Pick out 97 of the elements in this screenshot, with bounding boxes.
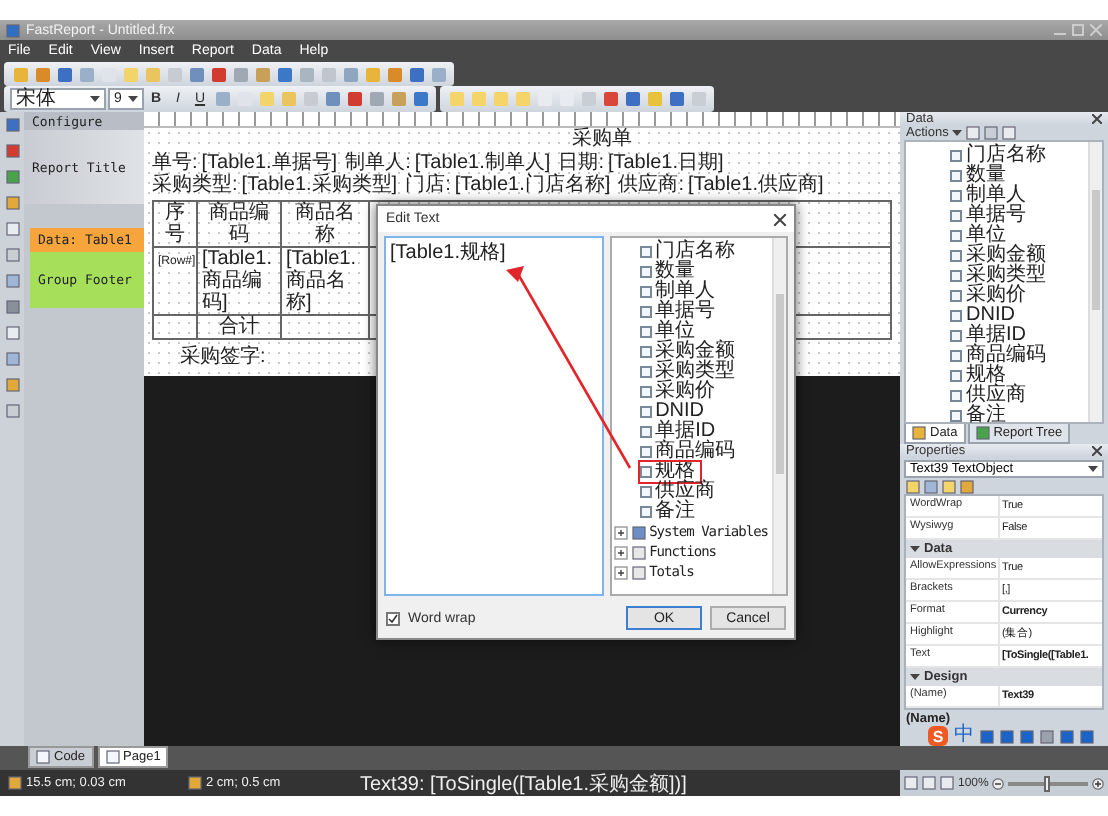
column-header: 序号 — [154, 202, 198, 246]
sort-icon — [924, 480, 938, 495]
caret-icon — [90, 96, 100, 102]
tree-item[interactable]: 采购类型 — [639, 362, 740, 382]
toolbar-button[interactable] — [230, 64, 250, 84]
function-icon — [631, 545, 646, 559]
database-icon — [912, 426, 926, 441]
app-icon — [6, 23, 20, 37]
caret-icon — [128, 96, 138, 102]
caret-icon — [910, 674, 920, 681]
toolbar-button[interactable] — [212, 89, 232, 109]
scrollbar[interactable] — [1088, 142, 1102, 423]
zoom-in-icon[interactable] — [1092, 777, 1104, 789]
tree-item[interactable]: DNID — [950, 306, 1019, 327]
toolbar-button[interactable] — [76, 64, 96, 84]
tree-item[interactable]: 供应商 — [639, 482, 720, 502]
folder-icon — [631, 525, 646, 539]
field-value: [Table1.采购类型] — [241, 174, 398, 196]
tree-item[interactable]: 单据号 — [950, 206, 1030, 227]
text-editor[interactable]: [Table1.规格] — [384, 236, 604, 596]
lock-icon — [188, 776, 202, 790]
tree-item[interactable]: 门店名称 — [639, 242, 740, 262]
toolbar-button[interactable] — [410, 89, 430, 109]
field-value: [Table1.日期] — [607, 152, 724, 174]
caret-icon — [910, 546, 920, 553]
properties-icon — [942, 480, 956, 495]
tree-item[interactable]: 备注 — [639, 502, 700, 522]
slider-thumb[interactable] — [1044, 775, 1051, 791]
table-cell: [Table1.商品名称] — [282, 248, 370, 314]
tree-item[interactable]: 制单人 — [639, 282, 720, 302]
signature-label: 采购签字: — [180, 346, 266, 368]
toolbar-button[interactable] — [54, 64, 74, 84]
column-header: 商品编码 — [198, 202, 282, 246]
font-select[interactable]: 宋体 — [10, 88, 106, 110]
lock-icon — [8, 776, 22, 790]
page-icon — [105, 750, 120, 764]
tree-item[interactable]: 采购价 — [639, 382, 720, 402]
page-icon — [36, 750, 50, 764]
toolbar-button[interactable] — [344, 89, 364, 109]
field-value: [Table1.供应商] — [687, 174, 824, 196]
tree-item[interactable]: 制单人 — [950, 186, 1030, 207]
close-icon[interactable] — [774, 213, 786, 225]
toolbar-button[interactable] — [622, 89, 642, 109]
toolbar-button[interactable] — [252, 64, 272, 84]
toolbar-button[interactable] — [32, 64, 52, 84]
toolbar-button[interactable] — [666, 89, 686, 109]
field-label: 门店: — [405, 174, 451, 196]
toolbar-button[interactable] — [388, 89, 408, 109]
toolbar-button[interactable] — [274, 64, 294, 84]
toolbar-button[interactable] — [366, 89, 386, 109]
expand-icon[interactable] — [613, 525, 628, 539]
toolbar-button[interactable] — [186, 64, 206, 84]
field-label: 日期: — [558, 152, 604, 174]
tree-item[interactable]: 单据ID — [639, 422, 720, 442]
field-label: 采购类型: — [152, 174, 238, 196]
close-icon[interactable] — [1092, 114, 1102, 124]
toolbar-button[interactable] — [296, 64, 316, 84]
tree-item[interactable]: DNID — [639, 402, 709, 422]
tree-item[interactable]: 采购价 — [950, 286, 1030, 307]
events-icon — [960, 480, 974, 495]
tree-icon — [975, 426, 990, 441]
ime-mode[interactable]: 中 — [954, 726, 974, 746]
table-cell: [Table1.商品编码] — [198, 248, 282, 314]
total-label: 合计 — [198, 316, 282, 338]
toolbar-button[interactable] — [384, 64, 404, 84]
toolbar-button[interactable] — [322, 89, 342, 109]
status-message: Text39: [ToSingle([Table1.采购金额])] — [360, 771, 689, 796]
caret-icon — [1088, 466, 1098, 473]
tree-item[interactable]: 单据号 — [639, 302, 720, 322]
toolbar-button[interactable] — [208, 64, 228, 84]
expand-icon[interactable] — [613, 545, 628, 559]
field-value: [Table1.单据号] — [201, 152, 338, 174]
tree-item[interactable]: 单位 — [639, 322, 700, 342]
toolbar-button[interactable] — [340, 64, 360, 84]
maximize-icon[interactable] — [1072, 24, 1084, 36]
tree-item[interactable]: 采购金额 — [639, 342, 740, 362]
toolbar-button[interactable] — [600, 89, 620, 109]
tree-item[interactable]: 商品编码 — [639, 442, 740, 462]
scrollbar[interactable] — [772, 238, 786, 594]
expand-icon[interactable] — [613, 565, 628, 579]
zoom-out-icon[interactable] — [992, 777, 1005, 789]
field-label: 制单人: — [345, 152, 411, 174]
word-wrap-checkbox[interactable] — [386, 611, 400, 625]
toolbar-button[interactable] — [406, 64, 426, 84]
toolbar-button[interactable] — [428, 64, 448, 84]
tree-item[interactable]: 备注 — [950, 406, 1010, 427]
column-header: 商品名称 — [282, 202, 370, 246]
field-label: 供应商: — [618, 174, 684, 196]
close-icon[interactable] — [1092, 446, 1102, 457]
tree-item[interactable]: 数量 — [639, 262, 700, 282]
category-icon — [906, 480, 920, 495]
tree-item[interactable]: 门店名称 — [950, 146, 1050, 167]
field-value: [Table1.门店名称] — [454, 174, 611, 196]
report-title: 采购单 — [572, 128, 632, 151]
field-label: 单号: — [152, 152, 198, 174]
field-value: [Table1.制单人] — [414, 152, 551, 174]
sum-icon — [631, 565, 646, 579]
